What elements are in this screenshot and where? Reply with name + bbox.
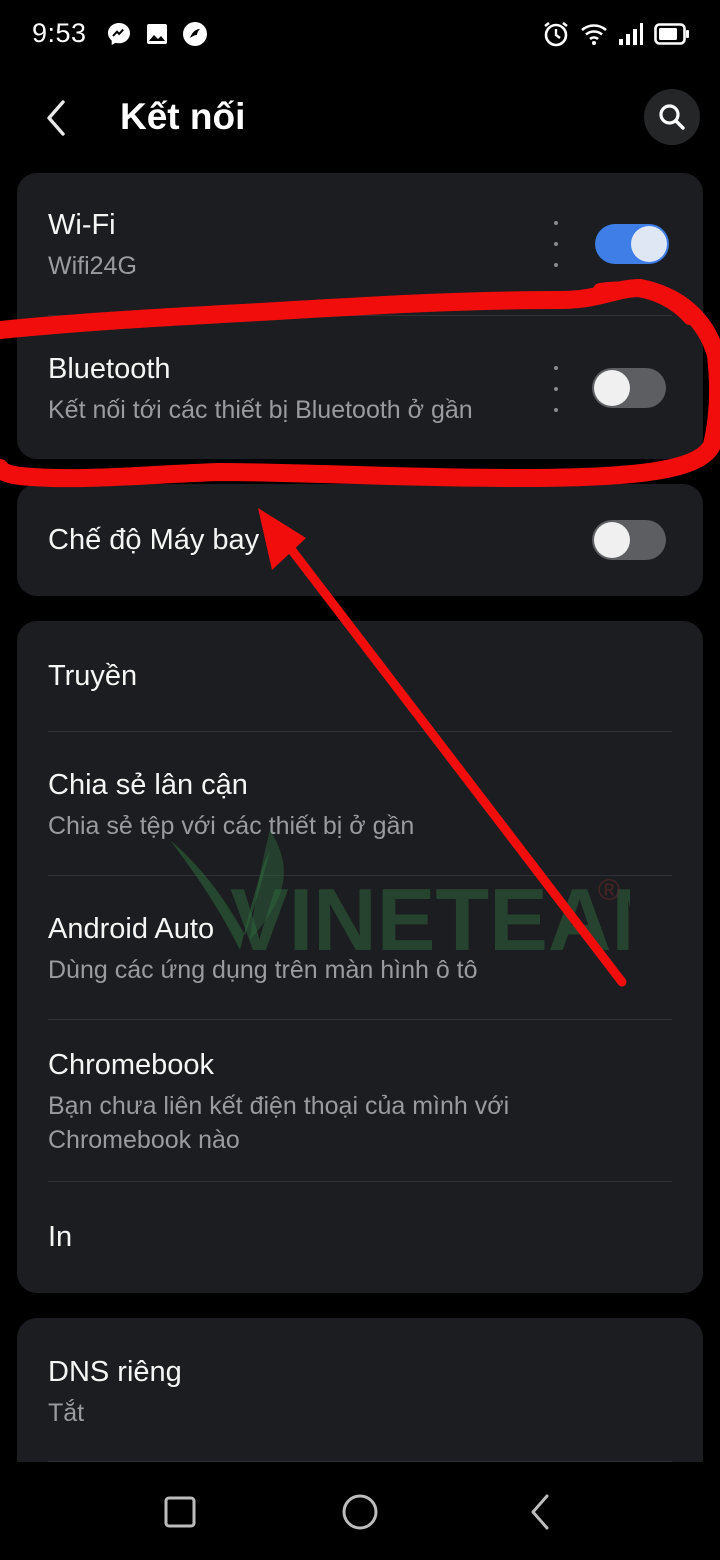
chromebook-title: Chromebook [48, 1049, 215, 1081]
bluetooth-toggle[interactable] [592, 368, 666, 408]
bluetooth-row[interactable]: Bluetooth Kết nối tới các thiết bị Bluet… [17, 316, 703, 459]
wifi-more-icon[interactable] [550, 221, 562, 267]
recent-apps-button[interactable] [150, 1482, 210, 1542]
home-button[interactable] [330, 1482, 390, 1542]
airplane-card: Chế độ Máy bay [17, 484, 703, 596]
bluetooth-subtitle: Kết nối tới các thiết bị Bluetooth ở gần [48, 396, 473, 424]
cast-title: Truyền [48, 660, 138, 692]
wifi-row[interactable]: Wi-Fi Wifi24G [17, 173, 703, 316]
airplane-row[interactable]: Chế độ Máy bay [17, 484, 703, 596]
status-time: 9:53 [32, 18, 87, 48]
nearby-share-row[interactable]: Chia sẻ lân cận Chia sẻ tệp với các thiế… [17, 731, 703, 875]
nav-back-button[interactable] [510, 1482, 570, 1542]
nearby-share-title: Chia sẻ lân cận [48, 769, 248, 801]
navigation-bar [0, 1462, 720, 1560]
messenger-icon [106, 21, 132, 52]
chromebook-subtitle: Bạn chưa liên kết điện thoại của mình vớ… [48, 1092, 510, 1154]
wifi-icon [580, 22, 608, 51]
wifi-toggle-knob [631, 226, 667, 262]
android-auto-title: Android Auto [48, 913, 215, 945]
gallery-icon [146, 23, 168, 50]
back-button[interactable] [30, 92, 82, 144]
bluetooth-toggle-knob [594, 370, 630, 406]
wifi-title: Wi-Fi [48, 209, 116, 241]
app-notification-icon [182, 21, 208, 52]
airplane-toggle-knob [594, 522, 630, 558]
more-connections-card: Truyền Chia sẻ lân cận Chia sẻ tệp với c… [17, 621, 703, 1293]
settings-screen: 9:53 Kết nối Wi-Fi Wifi24G Bluetooth Kết… [0, 0, 720, 1560]
battery-icon [654, 22, 690, 50]
bluetooth-title: Bluetooth [48, 353, 171, 385]
bluetooth-more-icon[interactable] [550, 366, 562, 412]
dns-card: DNS riêng Tắt [17, 1318, 703, 1478]
print-row[interactable]: In [17, 1181, 703, 1293]
search-icon [659, 104, 685, 130]
page-title: Kết nối [120, 96, 246, 137]
android-auto-row[interactable]: Android Auto Dùng các ứng dụng trên màn … [17, 875, 703, 1019]
private-dns-row[interactable]: DNS riêng Tắt [17, 1318, 703, 1462]
wifi-toggle[interactable] [595, 224, 669, 264]
back-icon [531, 1494, 549, 1530]
nearby-share-subtitle: Chia sẻ tệp với các thiết bị ở gần [48, 812, 415, 840]
private-dns-title: DNS riêng [48, 1356, 182, 1388]
status-bar: 9:53 [0, 0, 720, 72]
system-icons [542, 20, 690, 52]
alarm-icon [542, 20, 570, 53]
chromebook-row[interactable]: Chromebook Bạn chưa liên kết điện thoại … [17, 1019, 703, 1181]
android-auto-subtitle: Dùng các ứng dụng trên màn hình ô tô [48, 956, 478, 984]
cast-row[interactable]: Truyền [17, 621, 703, 731]
home-icon [342, 1494, 378, 1530]
search-button[interactable] [644, 89, 700, 145]
airplane-toggle[interactable] [592, 520, 666, 560]
signal-icon [618, 22, 644, 51]
airplane-title: Chế độ Máy bay [48, 524, 260, 556]
notification-icons [106, 21, 208, 52]
wifi-subtitle: Wifi24G [48, 252, 137, 280]
recent-apps-icon [164, 1496, 196, 1528]
private-dns-subtitle: Tắt [48, 1399, 85, 1427]
back-arrow-icon [47, 100, 65, 136]
connectivity-card: Wi-Fi Wifi24G Bluetooth Kết nối tới các … [17, 173, 703, 459]
print-title: In [48, 1221, 73, 1253]
